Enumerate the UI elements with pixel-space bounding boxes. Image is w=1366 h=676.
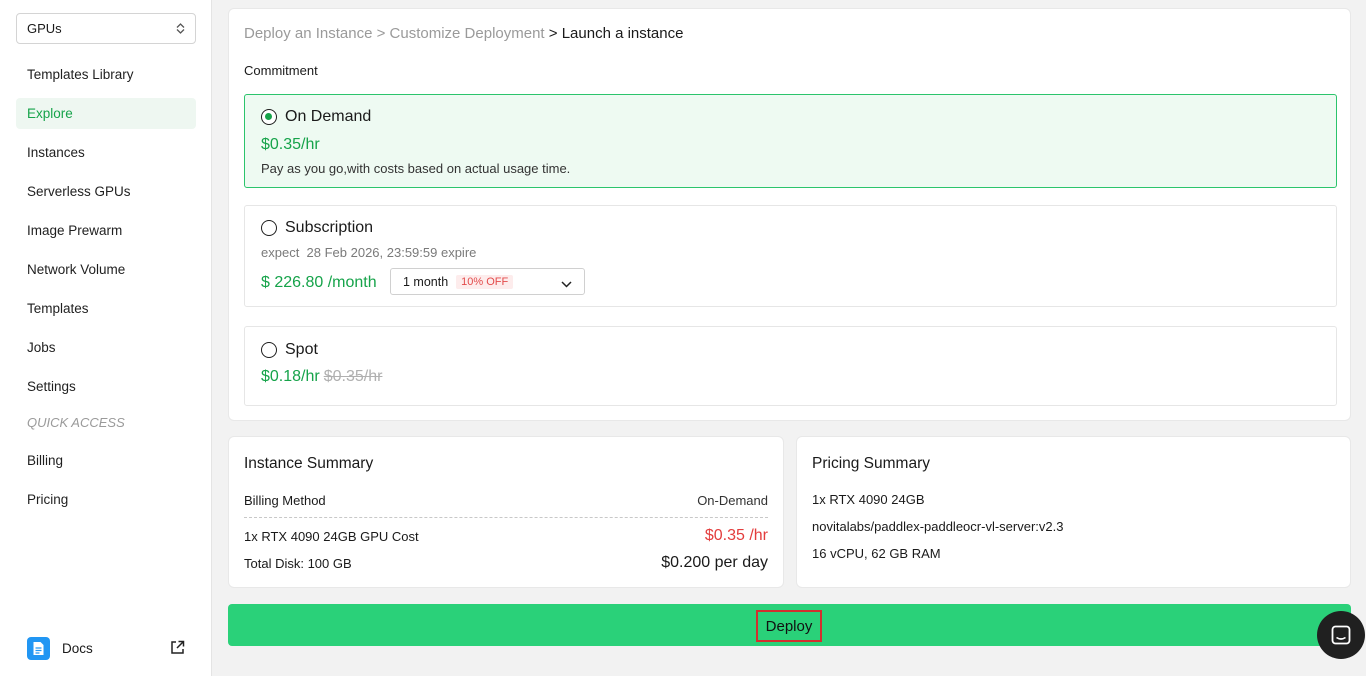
subscription-period-select[interactable]: 1 month 10% OFF: [390, 268, 585, 295]
option-on-demand[interactable]: On Demand $0.35/hr Pay as you go,with co…: [244, 94, 1337, 188]
sidebar-item-label: Image Prewarm: [27, 223, 123, 238]
on-demand-radio[interactable]: [261, 109, 277, 125]
sidebar-item-label: Serverless GPUs: [27, 184, 131, 199]
updown-chevron-icon: [176, 23, 185, 34]
sidebar-item-settings[interactable]: Settings: [16, 371, 196, 402]
option-spot[interactable]: Spot $0.18/hr $0.35/hr: [244, 326, 1337, 406]
instance-summary-card: Instance Summary Billing Method On-Deman…: [228, 436, 784, 588]
billing-method-value: On-Demand: [697, 493, 768, 508]
commitment-label: Commitment: [244, 63, 318, 78]
sidebar-nav: Templates Library Explore Instances Serv…: [16, 59, 196, 523]
sidebar-item-serverless-gpus[interactable]: Serverless GPUs: [16, 176, 196, 207]
instance-summary-title: Instance Summary: [244, 455, 374, 472]
disk-cost-row: Total Disk: 100 GB $0.200 per day: [244, 554, 768, 572]
spot-price: $0.18/hr: [261, 368, 320, 385]
subscription-price: $ 226.80 /month: [261, 274, 377, 291]
sidebar-item-instances[interactable]: Instances: [16, 137, 196, 168]
sidebar-item-image-prewarm[interactable]: Image Prewarm: [16, 215, 196, 246]
document-icon: [27, 636, 50, 660]
chat-icon: [1331, 625, 1351, 645]
on-demand-title: On Demand: [285, 108, 372, 125]
sidebar-item-jobs[interactable]: Jobs: [16, 332, 196, 363]
deploy-bar[interactable]: Deploy: [228, 604, 1351, 646]
on-demand-description: Pay as you go,with costs based on actual…: [261, 161, 571, 176]
sidebar-item-templates[interactable]: Templates: [16, 293, 196, 324]
spot-original-price: $0.35/hr: [323, 368, 383, 385]
sidebar-item-templates-library[interactable]: Templates Library: [16, 59, 196, 90]
billing-method-label: Billing Method: [244, 493, 326, 508]
sidebar-item-label: Templates: [27, 301, 89, 316]
subscription-radio[interactable]: [261, 220, 277, 236]
external-link-icon[interactable]: [170, 640, 185, 658]
spot-title: Spot: [285, 341, 318, 358]
breadcrumb-customize-deployment[interactable]: Customize Deployment: [390, 25, 545, 42]
period-value: 1 month: [403, 274, 449, 289]
sidebar-item-label: Instances: [27, 145, 85, 160]
pricing-resources: 16 vCPU, 62 GB RAM: [812, 546, 941, 561]
gpu-select-value: GPUs: [27, 21, 62, 36]
gpu-type-select[interactable]: GPUs: [16, 13, 196, 44]
sidebar-item-label: Network Volume: [27, 262, 126, 277]
option-subscription[interactable]: Subscription expect 28 Feb 2026, 23:59:5…: [244, 205, 1337, 307]
docs-link[interactable]: Docs: [27, 636, 185, 660]
sidebar-item-billing[interactable]: Billing: [16, 445, 196, 476]
breadcrumb-separator: >: [376, 25, 386, 42]
sidebar-item-label: Settings: [27, 379, 76, 394]
disk-cost-value: $0.200 per day: [661, 554, 768, 571]
gpu-cost-label: 1x RTX 4090 24GB GPU Cost: [244, 528, 419, 544]
sidebar-item-label: Explore: [27, 106, 73, 121]
sidebar: GPUs Templates Library Explore Instances…: [0, 0, 212, 676]
deploy-button[interactable]: Deploy: [756, 610, 822, 642]
sidebar-item-label: Templates Library: [27, 67, 134, 82]
breadcrumb-deploy-instance[interactable]: Deploy an Instance: [244, 25, 372, 42]
sidebar-item-network-volume[interactable]: Network Volume: [16, 254, 196, 285]
disk-label: Total Disk: 100 GB: [244, 555, 352, 571]
sidebar-item-explore[interactable]: Explore: [16, 98, 196, 129]
docs-label: Docs: [62, 640, 93, 656]
sidebar-item-label: Billing: [27, 453, 64, 468]
on-demand-price: $0.35/hr: [261, 136, 320, 153]
subscription-expiry: expect 28 Feb 2026, 23:59:59 expire: [261, 245, 477, 260]
pricing-gpu: 1x RTX 4090 24GB: [812, 492, 925, 507]
gpu-cost-row: 1x RTX 4090 24GB GPU Cost $0.35 /hr: [244, 527, 768, 545]
pricing-image: novitalabs/paddlex-paddleocr-vl-server:v…: [812, 519, 1064, 534]
pricing-summary-title: Pricing Summary: [812, 455, 930, 472]
billing-method-row: Billing Method On-Demand: [244, 493, 768, 508]
subscription-title: Subscription: [285, 219, 374, 236]
chat-support-button[interactable]: [1317, 611, 1365, 659]
spot-radio[interactable]: [261, 342, 277, 358]
spot-price-line: $0.18/hr $0.35/hr: [261, 368, 382, 386]
quick-access-heading: QUICK ACCESS: [27, 414, 125, 430]
gpu-cost-value: $0.35 /hr: [704, 527, 768, 544]
divider: [244, 517, 768, 518]
breadcrumb-separator: >: [548, 25, 558, 42]
breadcrumb-current: Launch a instance: [561, 25, 684, 42]
sidebar-item-pricing[interactable]: Pricing: [16, 484, 196, 515]
pricing-summary-card: Pricing Summary 1x RTX 4090 24GB novital…: [796, 436, 1351, 588]
discount-badge: 10% OFF: [456, 274, 514, 289]
sidebar-item-label: Jobs: [27, 340, 56, 355]
breadcrumb: Deploy an Instance > Customize Deploymen…: [244, 25, 683, 42]
chevron-down-icon: [561, 277, 572, 291]
launch-instance-card: Deploy an Instance > Customize Deploymen…: [228, 8, 1351, 421]
sidebar-item-label: Pricing: [27, 492, 69, 507]
